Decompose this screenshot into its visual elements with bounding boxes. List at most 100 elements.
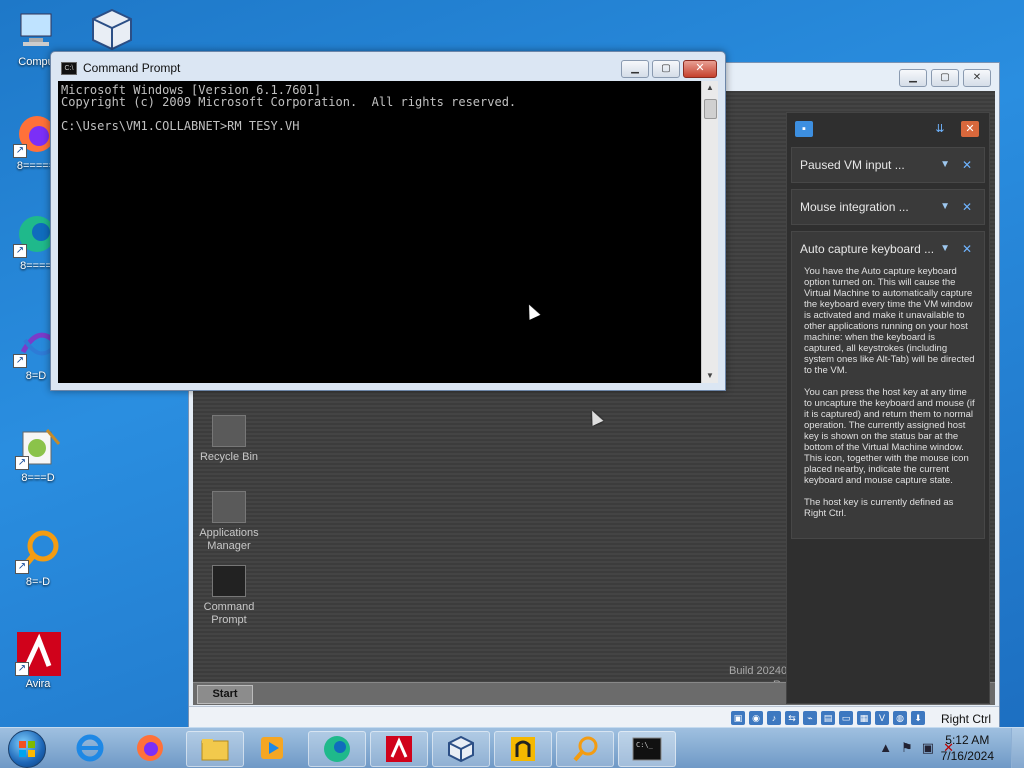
network-icon[interactable]: ⇆ bbox=[785, 711, 799, 725]
shared-folders-icon[interactable]: ▤ bbox=[821, 711, 835, 725]
show-hidden-icons-icon[interactable]: ▲ bbox=[879, 740, 892, 756]
console-line: C:\Users\VM1.COLLABNET>RM TESY.VH bbox=[61, 119, 300, 133]
avira-icon bbox=[386, 736, 412, 762]
desktop-icon-label: 8===D bbox=[21, 472, 55, 484]
taskbar-command-prompt[interactable]: C:\_ bbox=[618, 731, 676, 767]
recording-icon[interactable]: ▦ bbox=[857, 711, 871, 725]
notification-paragraph: You have the Auto capture keyboard optio… bbox=[804, 266, 975, 376]
maximize-button[interactable]: ▢ bbox=[931, 69, 959, 87]
shortcut-arrow-icon: ↗ bbox=[13, 244, 27, 258]
windows-logo-icon bbox=[19, 741, 35, 757]
vm-desktop-icon-recycle-bin[interactable]: Recycle Bin bbox=[189, 415, 269, 464]
recycle-bin-icon bbox=[212, 415, 246, 447]
desktop-icon-notepad[interactable]: ↗ 8===D bbox=[8, 424, 68, 484]
desktop-icon-label: 8=-D bbox=[25, 576, 51, 588]
shortcut-arrow-icon: ↗ bbox=[13, 144, 27, 158]
shortcut-arrow-icon: ↗ bbox=[15, 456, 29, 470]
notification-toolbar: ▪ ⇊ ✕ bbox=[787, 113, 989, 147]
display-icon[interactable]: ▭ bbox=[839, 711, 853, 725]
audio-icon[interactable]: ♪ bbox=[767, 711, 781, 725]
start-button[interactable] bbox=[8, 730, 46, 768]
vm-start-button[interactable]: Start bbox=[197, 685, 253, 704]
close-notification-icon[interactable]: ✕ bbox=[962, 232, 972, 266]
clear-all-icon[interactable]: ✕ bbox=[961, 121, 979, 137]
scroll-thumb[interactable] bbox=[704, 99, 717, 119]
terminal-icon: C:\_ bbox=[632, 737, 662, 761]
taskbar: C:\_ ▲ ⚑ ▣ ✕ 5:12 AM 7/16/2024 bbox=[0, 727, 1024, 768]
taskbar-magnifier[interactable] bbox=[556, 731, 614, 767]
show-desktop-button[interactable] bbox=[1011, 728, 1024, 768]
taskbar-firefox[interactable] bbox=[128, 731, 172, 765]
command-prompt-window[interactable]: C:\ Command Prompt ▁ ▢ ✕ Microsoft Windo… bbox=[50, 51, 726, 391]
taskbar-explorer[interactable] bbox=[186, 731, 244, 767]
desktop-icon-virtualbox[interactable] bbox=[82, 6, 142, 54]
notification-item[interactable]: Mouse integration ... ▼ ✕ bbox=[791, 189, 985, 225]
window-controls: ▁ ▢ ✕ bbox=[621, 60, 717, 78]
pin-icon[interactable]: ▼ bbox=[940, 148, 950, 182]
shortcut-arrow-icon: ↗ bbox=[15, 560, 29, 574]
close-notification-icon[interactable]: ✕ bbox=[962, 190, 972, 224]
taskbar-ie[interactable] bbox=[68, 731, 112, 765]
taskbar-avira[interactable] bbox=[370, 731, 428, 767]
minimize-button[interactable]: ▁ bbox=[899, 69, 927, 87]
desktop-icon-avira[interactable]: ↗ Avira bbox=[8, 630, 68, 690]
usb-icon[interactable]: ⌁ bbox=[803, 711, 817, 725]
taskbar-app[interactable] bbox=[494, 731, 552, 767]
scroll-up-icon[interactable]: ▲ bbox=[702, 81, 718, 95]
close-button[interactable]: ✕ bbox=[683, 60, 717, 78]
build-watermark: Build 20240 bbox=[729, 665, 788, 677]
pin-icon[interactable]: ▼ bbox=[940, 232, 950, 266]
notification-center: ▪ ⇊ ✕ Paused VM input ... ▼ ✕ Mouse inte… bbox=[786, 112, 990, 704]
desktop-icon-label: Avira bbox=[25, 678, 51, 690]
svg-text:C:\_: C:\_ bbox=[636, 741, 654, 749]
vm-desktop-icon-command-prompt[interactable]: Command Prompt bbox=[189, 565, 269, 627]
applications-manager-icon bbox=[212, 491, 246, 523]
taskbar-media-player[interactable] bbox=[250, 731, 294, 765]
minimize-button[interactable]: ▁ bbox=[621, 60, 649, 78]
shortcut-arrow-icon: ↗ bbox=[15, 662, 29, 676]
cmd-icon: C:\ bbox=[61, 61, 77, 75]
close-button[interactable]: ✕ bbox=[963, 69, 991, 87]
close-notification-icon[interactable]: ✕ bbox=[962, 148, 972, 182]
notification-item[interactable]: Paused VM input ... ▼ ✕ bbox=[791, 147, 985, 183]
notification-paragraph: The host key is currently defined as Rig… bbox=[804, 497, 954, 519]
terminal-icon bbox=[212, 565, 246, 597]
internet-explorer-icon bbox=[76, 734, 104, 762]
window-title: Command Prompt bbox=[83, 61, 181, 75]
vm-desktop-icon-applications-manager[interactable]: Applications Manager bbox=[189, 491, 269, 553]
window-controls: ▁ ▢ ✕ bbox=[899, 69, 991, 87]
title-bar[interactable]: C:\ Command Prompt bbox=[61, 61, 180, 75]
console-output[interactable]: Microsoft Windows [Version 6.1.7601] Copy… bbox=[58, 81, 701, 383]
taskbar-edge[interactable] bbox=[308, 731, 366, 767]
console-scrollbar[interactable]: ▲ ▼ bbox=[701, 81, 718, 383]
host-key-label: Right Ctrl bbox=[940, 712, 991, 726]
action-center-flag-icon[interactable]: ⚑ bbox=[901, 740, 913, 756]
pin-icon[interactable]: ▼ bbox=[940, 190, 950, 224]
clock-time: 5:12 AM bbox=[945, 733, 990, 747]
virtualization-icon[interactable]: V bbox=[875, 711, 889, 725]
clock[interactable]: 5:12 AM 7/16/2024 bbox=[941, 732, 994, 764]
magnifier-icon: ↗ bbox=[15, 528, 61, 574]
folder-icon bbox=[201, 739, 229, 761]
edge-icon bbox=[324, 736, 350, 762]
sort-icon[interactable]: ⇊ bbox=[931, 121, 949, 137]
mouse-integration-icon[interactable]: ◍ bbox=[893, 711, 907, 725]
optical-drive-icon[interactable]: ◉ bbox=[749, 711, 763, 725]
virtualbox-cube-icon bbox=[89, 6, 135, 52]
keyboard-capture-icon[interactable]: ⬇ bbox=[911, 711, 925, 725]
clock-date: 7/16/2024 bbox=[940, 749, 994, 763]
avira-icon: ↗ bbox=[15, 630, 61, 676]
status-icons: ▣ ◉ ♪ ⇆ ⌁ ▤ ▭ ▦ V ◍ ⬇ bbox=[731, 711, 925, 725]
notification-expanded[interactable]: Auto capture keyboard ... ▼ ✕ You have t… bbox=[791, 231, 985, 539]
shortcut-arrow-icon: ↗ bbox=[13, 354, 27, 368]
notification-body: You have the Auto capture keyboard optio… bbox=[800, 266, 976, 519]
notification-paragraph: You can press the host key at any time t… bbox=[804, 387, 975, 486]
maximize-button[interactable]: ▢ bbox=[652, 60, 680, 78]
hard-disk-icon[interactable]: ▣ bbox=[731, 711, 745, 725]
taskbar-virtualbox[interactable] bbox=[432, 731, 490, 767]
desktop-icon-magnifier[interactable]: ↗ 8=-D bbox=[8, 528, 68, 588]
app-icon bbox=[511, 737, 535, 761]
notification-bubble-icon[interactable]: ▪ bbox=[795, 121, 813, 137]
network-icon[interactable]: ▣ bbox=[922, 740, 934, 756]
scroll-down-icon[interactable]: ▼ bbox=[702, 369, 718, 383]
